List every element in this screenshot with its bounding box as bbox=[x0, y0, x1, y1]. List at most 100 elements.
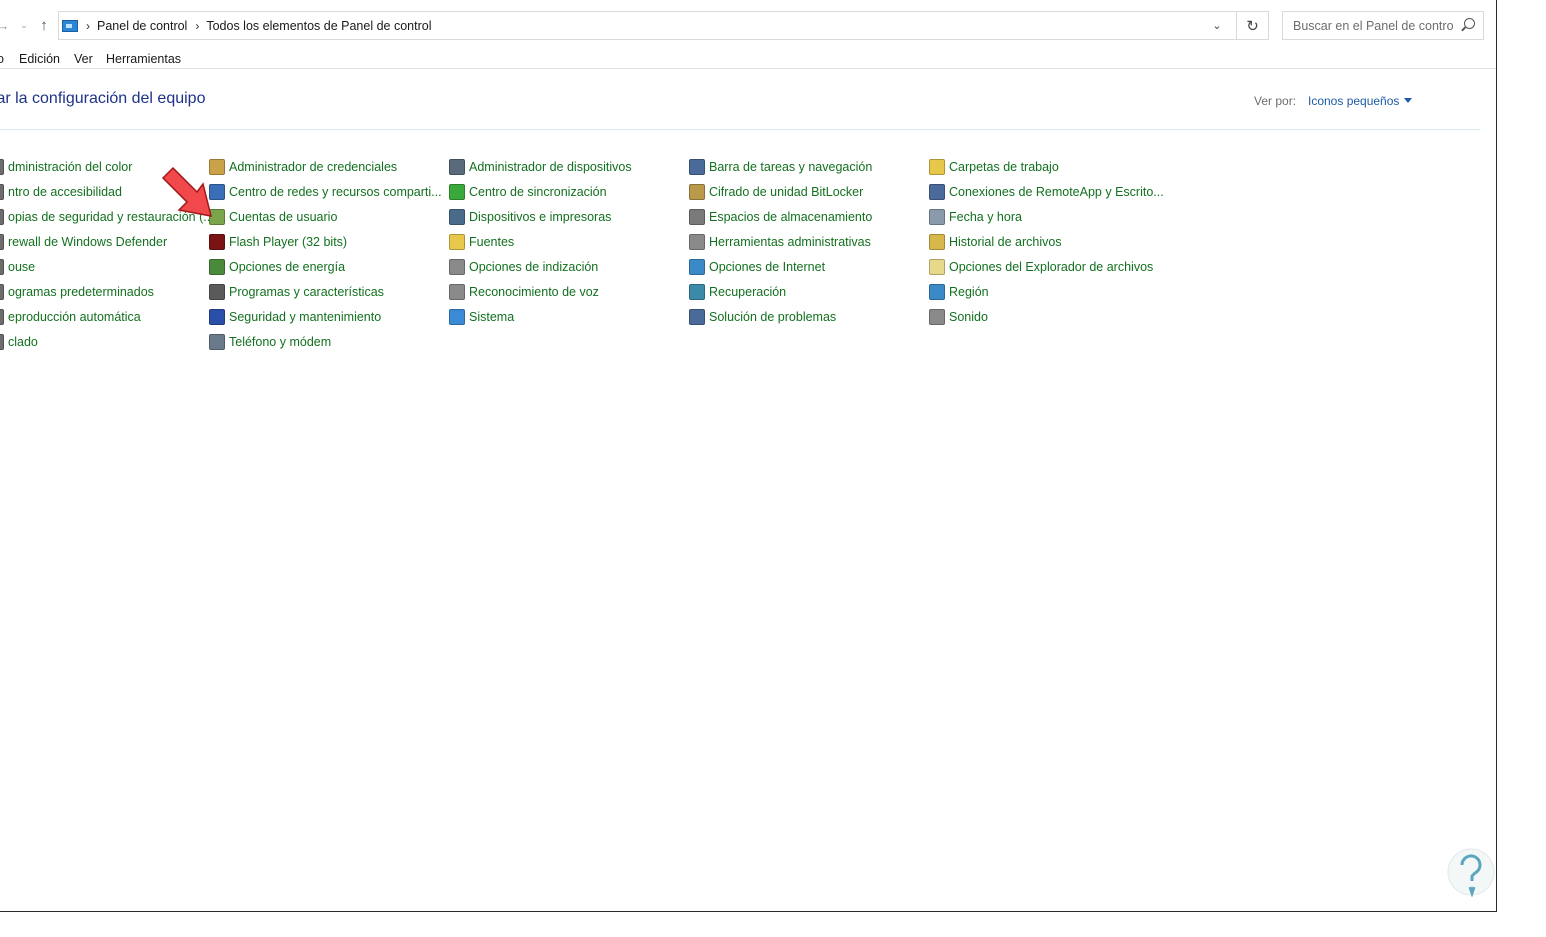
breadcrumb-todos-los-elementos[interactable]: Todos los elementos de Panel de control bbox=[206, 19, 431, 33]
control-panel-item[interactable]: Opciones de energía bbox=[209, 257, 345, 277]
up-arrow-icon[interactable]: ↑ bbox=[35, 14, 53, 36]
date-time-icon bbox=[929, 209, 945, 225]
speech-recognition-icon bbox=[449, 284, 465, 300]
control-panel-item-label: Conexiones de RemoteApp y Escrito... bbox=[949, 185, 1164, 199]
control-panel-item[interactable]: Opciones de indización bbox=[449, 257, 598, 277]
control-panel-item[interactable]: Opciones del Explorador de archivos bbox=[929, 257, 1153, 277]
control-panel-item[interactable]: Centro de redes y recursos comparti... bbox=[209, 182, 442, 202]
control-panel-item[interactable]: Dispositivos e impresoras bbox=[449, 207, 611, 227]
power-options-icon bbox=[209, 259, 225, 275]
control-panel-item[interactable]: Región bbox=[929, 282, 989, 302]
bitlocker-icon bbox=[689, 184, 705, 200]
page-title: tar la configuración del equipo bbox=[0, 90, 206, 107]
control-panel-item[interactable]: rewall de Windows Defender bbox=[0, 232, 167, 252]
control-panel-item-label: Centro de sincronización bbox=[469, 185, 607, 199]
control-panel-item-label: Dispositivos e impresoras bbox=[469, 210, 612, 224]
menu-archivo[interactable]: o bbox=[0, 52, 4, 66]
control-panel-item[interactable]: Solución de problemas bbox=[689, 307, 836, 327]
control-panel-item-label: clado bbox=[8, 335, 38, 349]
address-dropdown-icon[interactable]: ⌄ bbox=[1204, 12, 1230, 39]
control-panel-item[interactable]: Sistema bbox=[449, 307, 514, 327]
control-panel-item[interactable]: ouse bbox=[0, 257, 35, 277]
control-panel-item-label: Fuentes bbox=[469, 235, 515, 249]
control-panel-item-label: Cifrado de unidad BitLocker bbox=[709, 185, 864, 199]
devices-printers-icon bbox=[449, 209, 465, 225]
control-panel-item[interactable]: Seguridad y mantenimiento bbox=[209, 307, 381, 327]
indexing-options-icon bbox=[449, 259, 465, 275]
view-by-caret-icon[interactable] bbox=[1404, 98, 1412, 103]
control-panel-item-label: Solución de problemas bbox=[709, 310, 837, 324]
control-panel-item[interactable]: Administrador de credenciales bbox=[209, 157, 397, 177]
control-panel-item-label: Centro de redes y recursos comparti... bbox=[229, 185, 442, 199]
control-panel-item[interactable]: Reconocimiento de voz bbox=[449, 282, 599, 302]
firewall-icon bbox=[0, 234, 4, 250]
control-panel-item-label: Región bbox=[949, 285, 989, 299]
refresh-icon[interactable]: ↻ bbox=[1236, 12, 1268, 39]
header-divider bbox=[0, 129, 1480, 130]
control-panel-item[interactable]: Programas y características bbox=[209, 282, 384, 302]
control-panel-item[interactable]: Teléfono y módem bbox=[209, 332, 331, 352]
control-panel-item[interactable]: Fuentes bbox=[449, 232, 514, 252]
search-icon[interactable] bbox=[1464, 18, 1475, 29]
breadcrumb-separator-icon[interactable]: › bbox=[86, 19, 90, 33]
control-panel-item[interactable]: dministración del color bbox=[0, 157, 132, 177]
ease-of-access-icon bbox=[0, 184, 4, 200]
control-panel-item[interactable]: Administrador de dispositivos bbox=[449, 157, 632, 177]
view-by-dropdown[interactable]: Iconos pequeños bbox=[1308, 94, 1399, 108]
control-panel-item[interactable]: eproducción automática bbox=[0, 307, 141, 327]
control-panel-item-label: Seguridad y mantenimiento bbox=[229, 310, 382, 324]
control-panel-item[interactable]: Conexiones de RemoteApp y Escrito... bbox=[929, 182, 1164, 202]
control-panel-item-label: Opciones de Internet bbox=[709, 260, 826, 274]
control-panel-item-label: Administrador de credenciales bbox=[229, 160, 398, 174]
control-panel-item-label: Teléfono y módem bbox=[229, 335, 332, 349]
fonts-icon bbox=[449, 234, 465, 250]
color-management-icon bbox=[0, 159, 4, 175]
menu-ver[interactable]: Ver bbox=[74, 52, 93, 66]
control-panel-item-label: Administrador de dispositivos bbox=[469, 160, 632, 174]
sound-icon bbox=[929, 309, 945, 325]
menu-herramientas[interactable]: Herramientas bbox=[106, 52, 181, 66]
control-panel-item-label: Barra de tareas y navegación bbox=[709, 160, 873, 174]
admin-tools-icon bbox=[689, 234, 705, 250]
control-panel-item[interactable]: Historial de archivos bbox=[929, 232, 1062, 252]
control-panel-item[interactable]: Cifrado de unidad BitLocker bbox=[689, 182, 863, 202]
control-panel-item[interactable]: ntro de accesibilidad bbox=[0, 182, 122, 202]
control-panel-item[interactable]: Espacios de almacenamiento bbox=[689, 207, 872, 227]
red-arrow-annotation bbox=[161, 166, 213, 217]
control-panel-item-label: ouse bbox=[8, 260, 36, 274]
control-panel-item-label: Sistema bbox=[469, 310, 515, 324]
control-panel-item[interactable]: Flash Player (32 bits) bbox=[209, 232, 347, 252]
control-panel-item-label: Opciones del Explorador de archivos bbox=[949, 260, 1154, 274]
control-panel-item-label: ntro de accesibilidad bbox=[8, 185, 122, 199]
control-panel-item[interactable]: Herramientas administrativas bbox=[689, 232, 871, 252]
control-panel-item-label: Opciones de energía bbox=[229, 260, 346, 274]
control-panel-item[interactable]: Sonido bbox=[929, 307, 988, 327]
control-panel-item[interactable]: Centro de sincronización bbox=[449, 182, 607, 202]
search-box[interactable] bbox=[1282, 11, 1484, 40]
keyboard-icon bbox=[0, 334, 4, 350]
page-margin bbox=[1497, 0, 1546, 937]
control-panel-item[interactable]: Fecha y hora bbox=[929, 207, 1022, 227]
autoplay-icon bbox=[0, 309, 4, 325]
taskbar-icon bbox=[689, 159, 705, 175]
recent-locations-chevron-icon[interactable]: ⌄ bbox=[15, 14, 33, 36]
menu-edicion[interactable]: Edición bbox=[19, 52, 60, 66]
control-panel-item-label: Opciones de indización bbox=[469, 260, 599, 274]
breadcrumb-panel-de-control[interactable]: Panel de control bbox=[97, 19, 187, 33]
control-panel-item-label: Flash Player (32 bits) bbox=[229, 235, 348, 249]
forward-icon[interactable]: → bbox=[0, 14, 12, 36]
control-panel-item[interactable]: Recuperación bbox=[689, 282, 786, 302]
explorer-options-icon bbox=[929, 259, 945, 275]
breadcrumb-separator-icon[interactable]: › bbox=[195, 19, 199, 33]
storage-spaces-icon bbox=[689, 209, 705, 225]
control-panel-item[interactable]: clado bbox=[0, 332, 38, 352]
control-panel-item[interactable]: Opciones de Internet bbox=[689, 257, 825, 277]
control-panel-item[interactable]: ogramas predeterminados bbox=[0, 282, 154, 302]
recovery-icon bbox=[689, 284, 705, 300]
search-input[interactable] bbox=[1291, 17, 1455, 34]
control-panel-item[interactable]: Barra de tareas y navegación bbox=[689, 157, 872, 177]
sync-center-icon bbox=[449, 184, 465, 200]
address-bar[interactable]: › Panel de control › Todos los elementos… bbox=[58, 11, 1269, 40]
control-panel-item[interactable]: Carpetas de trabajo bbox=[929, 157, 1059, 177]
menu-divider bbox=[0, 68, 1496, 69]
